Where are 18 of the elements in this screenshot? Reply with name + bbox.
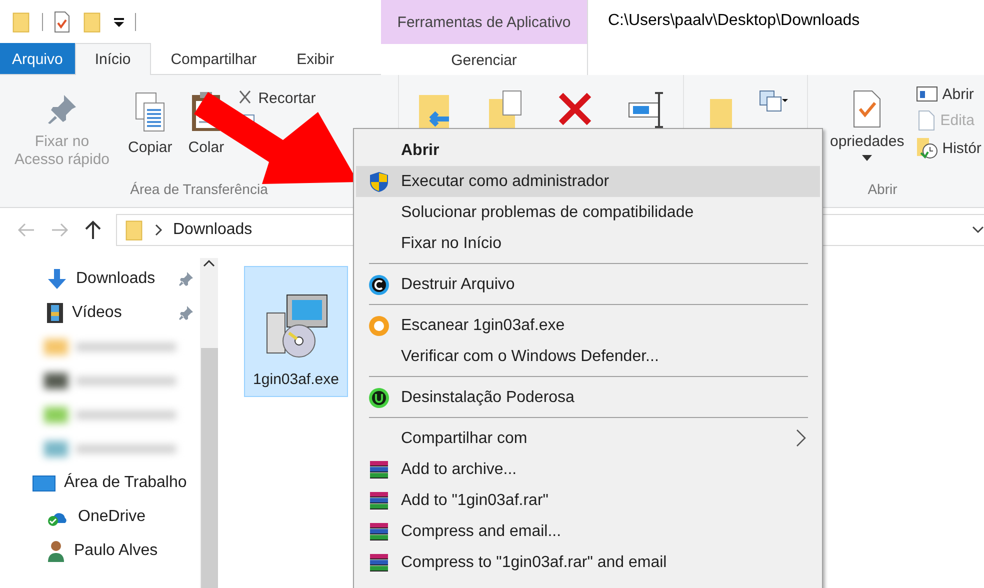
group-label: Área de Transferência xyxy=(130,181,268,199)
button-label: Edita xyxy=(940,112,974,128)
nav-label: Vídeos xyxy=(72,304,123,322)
button-label: Fixar no Acesso rápido xyxy=(13,133,111,169)
button-label: Colar xyxy=(188,139,224,157)
file-name: 1gin03af.exe xyxy=(253,371,339,388)
group-label: Abrir xyxy=(868,181,898,199)
button-label: Copiar xyxy=(128,139,172,157)
button-label: opriedades xyxy=(830,133,904,151)
contextual-tab-header: Ferramentas de Aplicativo xyxy=(381,0,587,44)
button-label: Histór xyxy=(942,140,982,156)
button-label: Abrir xyxy=(942,86,974,102)
nav-label: Paulo Alves xyxy=(74,542,159,560)
nav-label: Área de Trabalho xyxy=(64,474,188,492)
button-label: Recortar xyxy=(258,90,316,106)
window-title: C:\Users\paalv\Desktop\Downloads xyxy=(607,11,860,31)
nav-label: Downloads xyxy=(76,270,156,288)
nav-label: OneDrive xyxy=(78,508,147,526)
